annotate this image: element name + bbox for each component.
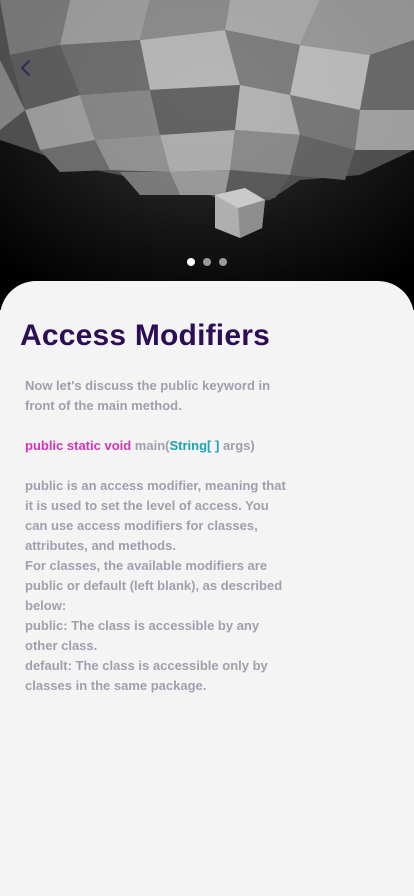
code-rest: args) xyxy=(219,438,255,453)
page-title: Access Modifiers xyxy=(20,319,270,352)
page-dot-3[interactable] xyxy=(219,258,227,266)
code-type: String xyxy=(169,438,208,453)
intro-paragraph: Now let's discuss the public keyword in … xyxy=(25,378,271,413)
paragraph-public: public: The class is accessible by any o… xyxy=(25,618,260,653)
paragraph-access-modifier: public is an access modifier, meaning th… xyxy=(25,478,286,553)
code-brackets: [ ] xyxy=(207,438,220,453)
paragraph-classes-modifiers: For classes, the available modifiers are… xyxy=(25,558,283,613)
code-method-open: main( xyxy=(131,438,170,453)
code-line: public static void main(String[ ] args) xyxy=(25,436,287,456)
chevron-left-icon xyxy=(20,59,31,77)
paragraph-default: default: The class is accessible only by… xyxy=(25,658,268,693)
code-keywords: public static void xyxy=(25,438,132,453)
page-dot-2[interactable] xyxy=(203,258,211,266)
lesson-screen: Access Modifiers Now let's discuss the p… xyxy=(0,0,414,896)
lesson-body: Now let's discuss the public keyword in … xyxy=(25,376,287,696)
page-dot-1[interactable] xyxy=(187,258,195,266)
page-indicator xyxy=(0,258,414,266)
content-sheet: Access Modifiers Now let's discuss the p… xyxy=(0,281,414,896)
hero-image xyxy=(0,0,414,310)
back-button[interactable] xyxy=(10,52,40,84)
